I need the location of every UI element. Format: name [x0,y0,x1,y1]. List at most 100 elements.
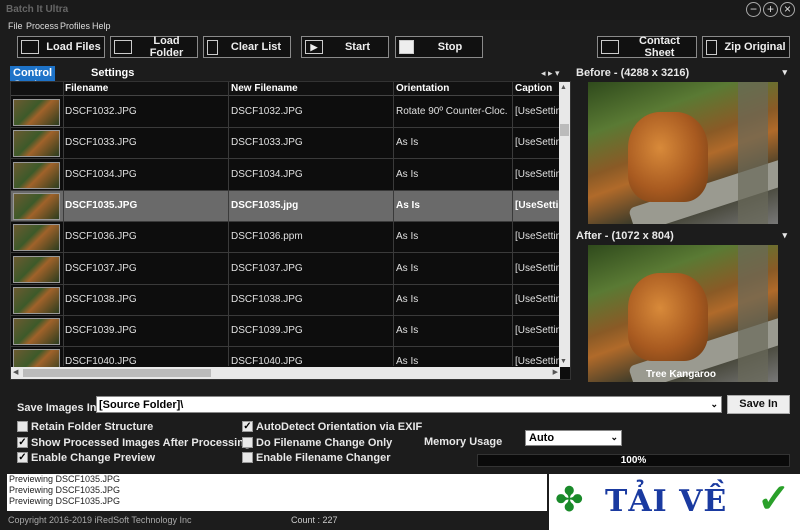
column-filename[interactable]: Filename [65,83,108,94]
cell-filename: DSCF1034.JPG [65,168,137,180]
load-files-label: Load Files [46,41,101,53]
cell-caption: [UseSettin [515,231,559,243]
cell-caption: [UseSettin [515,262,559,274]
contact-sheet-button[interactable]: Contact Sheet [597,35,697,59]
before-header: Before - (4288 x 3216) ▾ [576,67,790,81]
cell-orientation: As Is [396,293,419,305]
menu-process[interactable]: Process [26,21,59,31]
grid-horizontal-scrollbar[interactable]: ◀ ▶ [11,367,560,379]
save-folder-dropdown[interactable]: [Source Folder]\ ⌄ [96,396,722,413]
close-button[interactable]: × [780,2,795,17]
count-text: Count : 227 [291,515,338,525]
cell-filename: DSCF1040.JPG [65,356,137,368]
load-folder-label: Load Folder [149,35,184,59]
window-title: Batch It Ultra [6,4,69,15]
stop-button[interactable]: Stop [395,36,483,58]
retain-folder-checkbox[interactable] [17,421,28,432]
memory-usage-dropdown[interactable]: Auto ⌄ [525,430,622,446]
table-row[interactable]: DSCF1035.JPG DSCF1035.jpg As Is [UseSettin [11,190,560,222]
cell-filename: DSCF1036.JPG [65,231,137,243]
cell-new-filename: DSCF1038.JPG [231,293,303,305]
cell-new-filename: DSCF1039.JPG [231,325,303,337]
cell-filename: DSCF1032.JPG [65,106,137,117]
log-panel: Previewing DSCF1035.JPG Previewing DSCF1… [7,474,547,511]
scroll-up-icon[interactable]: ▲ [560,84,567,91]
cell-orientation: As Is [396,262,419,274]
table-row[interactable]: DSCF1036.JPG DSCF1036.ppm As Is [UseSettin [11,222,560,254]
autodetect-checkbox[interactable]: ✓ [242,421,253,432]
table-row[interactable]: DSCF1037.JPG DSCF1037.JPG As Is [UseSettin [11,254,560,285]
menu-bar: File Process Profiles Help [0,20,800,33]
thumbnail [13,286,60,314]
cell-orientation: As Is [396,168,419,180]
column-new-filename[interactable]: New Filename [231,83,298,94]
contact-sheet-label: Contact Sheet [639,35,680,59]
image-caption: Tree Kangaroo [646,369,717,380]
load-folder-button[interactable]: Load Folder [110,35,198,59]
cell-caption: [UseSettin [515,168,559,180]
cell-new-filename: DSCF1035.jpg [231,199,299,211]
column-orientation[interactable]: Orientation [396,83,449,94]
scroll-left-icon[interactable]: ◀ [13,368,18,376]
menu-profiles[interactable]: Profiles [60,21,90,31]
save-in-button[interactable]: Save In [727,395,790,414]
scroll-right-icon[interactable]: ▶ [553,368,558,376]
table-row[interactable]: DSCF1033.JPG DSCF1033.JPG As Is [UseSettin [11,128,560,160]
load-files-button[interactable]: Load Files [17,36,105,58]
log-line: Previewing DSCF1035.JPG [9,485,121,495]
chevron-down-icon: ⌄ [610,432,618,442]
memory-usage-value: Auto [529,432,555,444]
menu-help[interactable]: Help [92,21,111,31]
grid-header: Filename New Filename Orientation Captio… [11,82,560,96]
cell-caption: [UseSettin [515,137,559,149]
file-grid[interactable]: Filename New Filename Orientation Captio… [10,81,571,380]
title-bar: Batch It Ultra − + × [0,0,800,20]
menu-file[interactable]: File [8,21,23,31]
memory-usage-label: Memory Usage [424,436,503,448]
cell-new-filename: DSCF1036.ppm [231,231,303,243]
cell-filename: DSCF1039.JPG [65,325,137,337]
thumbnail [13,255,60,283]
filename-only-checkbox[interactable] [242,437,253,448]
start-button[interactable]: ▶ Start [301,36,389,58]
tab-settings[interactable]: Settings [88,66,137,81]
cell-new-filename: DSCF1032.JPG [231,106,303,117]
progress-text: 100% [620,455,647,466]
table-row[interactable]: DSCF1039.JPG DSCF1039.JPG As Is [UseSettin [11,316,560,348]
tab-scroll-arrows[interactable]: ◂ ▸ ▾ [541,68,560,79]
stop-label: Stop [437,41,463,53]
column-caption[interactable]: Caption [515,83,552,94]
cell-new-filename: DSCF1040.JPG [231,356,303,368]
thumbnail [13,192,60,220]
enable-preview-checkbox[interactable]: ✓ [17,452,28,463]
filename-changer-checkbox[interactable] [242,452,253,463]
table-row[interactable]: DSCF1032.JPG DSCF1032.JPG Rotate 90º Count… [11,97,560,128]
clear-list-button[interactable]: Clear List [203,36,291,58]
scroll-down-icon[interactable]: ▼ [560,358,567,365]
chevron-down-icon[interactable]: ▾ [782,230,787,241]
save-folder-value: [Source Folder]\ [99,399,184,411]
zip-original-button[interactable]: Zip Original [702,36,790,58]
cell-filename: DSCF1038.JPG [65,293,137,305]
checkmark-icon: ✓ [757,477,791,521]
minimize-button[interactable]: − [746,2,761,17]
show-processed-label: Show Processed Images After Processing [31,437,251,449]
grid-vertical-scrollbar[interactable]: ▲ ▼ [559,82,570,367]
table-row[interactable]: DSCF1038.JPG DSCF1038.JPG As Is [UseSettin [11,285,560,316]
cell-orientation: As Is [396,199,420,211]
cell-new-filename: DSCF1033.JPG [231,137,303,149]
start-label: Start [344,41,371,53]
enable-preview-label: Enable Change Preview [31,452,156,464]
retain-folder-label: Retain Folder Structure [31,421,154,433]
cell-orientation: As Is [396,231,419,243]
cell-new-filename: DSCF1037.JPG [231,262,303,274]
save-images-label: Save Images In [17,402,97,414]
cell-caption: [UseSettin [515,106,559,117]
chevron-down-icon[interactable]: ▾ [782,67,787,78]
tab-control-center[interactable]: Control Center [10,66,56,91]
filename-only-label: Do Filename Change Only [256,437,393,449]
table-row[interactable]: DSCF1034.JPG DSCF1034.JPG As Is [UseSettin [11,160,560,191]
show-processed-checkbox[interactable]: ✓ [17,437,28,448]
images-icon [114,40,132,54]
maximize-button[interactable]: + [763,2,778,17]
